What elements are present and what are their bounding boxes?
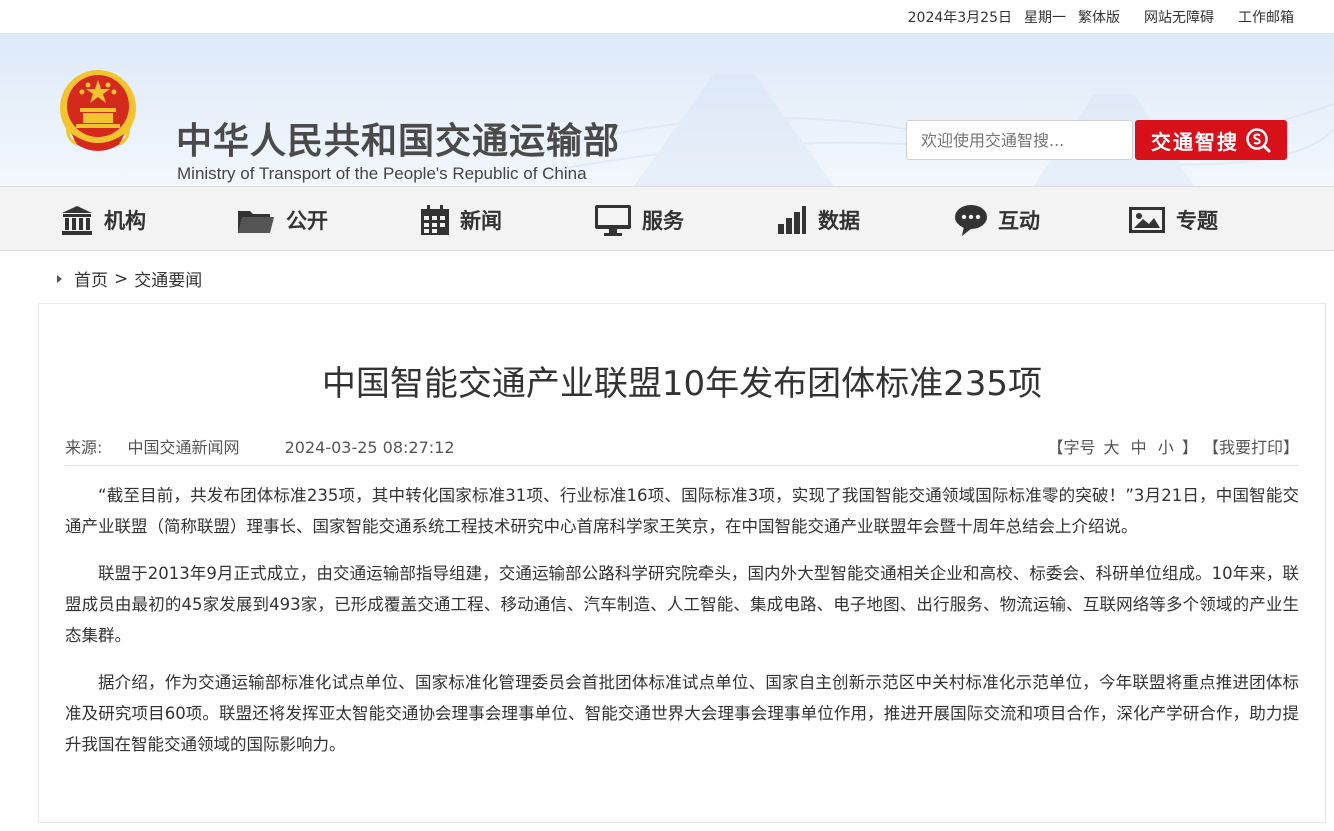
article-source-info: 来源: 中国交通新闻网 2024-03-25 08:27:12	[65, 434, 475, 465]
search-input[interactable]	[906, 120, 1133, 160]
nav-label: 新闻	[460, 208, 502, 233]
bar-chart-icon	[778, 205, 806, 234]
article-tools: 【字号 大 中 小 】 【我要打印】	[1047, 434, 1299, 465]
breadcrumb: 首页 > 交通要闻	[57, 266, 202, 291]
article-paragraph: 据介绍，作为交通运输部标准化试点单位、国家标准化管理委员会首批团体标准试点单位、…	[65, 673, 1299, 754]
accessibility-link[interactable]: 网站无障碍	[1144, 7, 1214, 27]
nav-item-data[interactable]: 数据	[776, 187, 860, 252]
article-paragraph: “截至目前，共发布团体标准235项，其中转化国家标准31项、行业标准16项、国际…	[65, 486, 1299, 536]
caret-right-icon	[57, 274, 62, 283]
top-utility-bar: 2024年3月25日 星期一 繁体版 网站无障碍 工作邮箱	[0, 0, 1334, 34]
traditional-chinese-link[interactable]: 繁体版	[1078, 7, 1120, 27]
site-title-chinese: 中华人民共和国交通运输部	[176, 121, 621, 162]
monitor-icon	[595, 204, 631, 236]
nav-label: 服务	[642, 208, 684, 233]
institution-icon	[62, 205, 92, 235]
font-size-bracket-close: 】	[1181, 438, 1198, 457]
article-body: “截至目前，共发布团体标准235项，其中转化国家标准31项、行业标准16项、国际…	[65, 480, 1299, 776]
nav-item-institution[interactable]: 机构	[60, 187, 146, 252]
search-icon	[1246, 128, 1271, 153]
nav-item-interaction[interactable]: 互动	[954, 187, 1040, 252]
current-weekday: 星期一	[1024, 9, 1066, 26]
article-meta: 来源: 中国交通新闻网 2024-03-25 08:27:12 【字号 大 中 …	[65, 434, 1299, 466]
source-name: 中国交通新闻网	[127, 438, 240, 457]
chat-icon	[955, 204, 987, 236]
nav-item-services[interactable]: 服务	[594, 187, 684, 252]
work-mail-link[interactable]: 工作邮箱	[1238, 7, 1294, 27]
font-size-small-button[interactable]: 小	[1158, 438, 1174, 457]
main-navigation: 机构 公开 新闻 服务 数据 互动 专题	[0, 186, 1334, 251]
font-size-large-button[interactable]: 大	[1104, 438, 1120, 457]
source-label: 来源:	[65, 438, 103, 457]
search-button[interactable]: 交通智搜	[1135, 120, 1287, 160]
header-background-decoration	[534, 74, 1334, 186]
nav-item-topics[interactable]: 专题	[1128, 187, 1218, 252]
breadcrumb-home[interactable]: 首页	[74, 266, 108, 291]
current-date: 2024年3月25日	[907, 9, 1012, 26]
nav-item-news[interactable]: 新闻	[420, 187, 502, 252]
font-size-control: 【字号 大 中 小 】	[1047, 438, 1203, 457]
article-paragraph: 联盟于2013年9月正式成立，由交通运输部指导组建，交通运输部公路科学研究院牵头…	[65, 564, 1299, 645]
font-size-label: 【字号	[1047, 438, 1096, 457]
article-source: 来源: 中国交通新闻网	[65, 438, 260, 457]
nav-label: 数据	[818, 208, 860, 233]
breadcrumb-current[interactable]: 交通要闻	[134, 266, 202, 291]
national-emblem-icon[interactable]	[58, 68, 138, 154]
article-datetime: 2024-03-25 08:27:12	[284, 438, 455, 457]
article-title: 中国智能交通产业联盟10年发布团体标准235项	[321, 364, 1043, 404]
nav-label: 机构	[104, 208, 146, 233]
site-header: 中华人民共和国交通运输部 Ministry of Transport of th…	[0, 34, 1334, 186]
site-title-english: Ministry of Transport of the People's Re…	[177, 164, 587, 183]
nav-item-disclosure[interactable]: 公开	[236, 187, 328, 252]
nav-label: 专题	[1176, 208, 1218, 233]
nav-label: 公开	[286, 208, 328, 233]
calendar-icon	[421, 204, 449, 235]
article-container: 中国智能交通产业联盟10年发布团体标准235项 来源: 中国交通新闻网 2024…	[38, 303, 1326, 823]
font-size-medium-button[interactable]: 中	[1131, 438, 1147, 457]
image-icon	[1129, 206, 1165, 233]
nav-label: 互动	[998, 208, 1040, 233]
breadcrumb-separator: >	[114, 268, 129, 289]
folder-icon	[238, 210, 274, 233]
search-button-label: 交通智搜	[1151, 129, 1239, 154]
print-button[interactable]: 【我要打印】	[1203, 438, 1299, 457]
